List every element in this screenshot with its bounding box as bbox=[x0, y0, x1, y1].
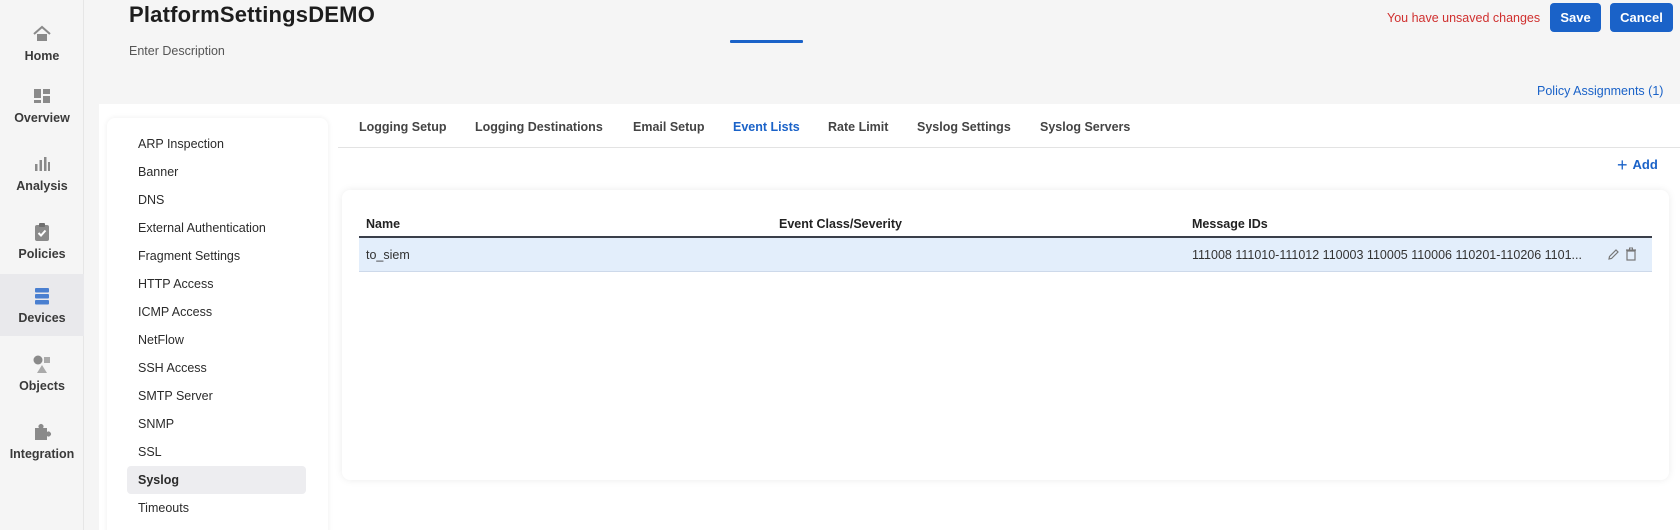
nav-label: Integration bbox=[9, 447, 75, 461]
settings-item-http-access[interactable]: HTTP Access bbox=[127, 270, 306, 298]
nav-label: Objects bbox=[19, 379, 65, 393]
clipboard-check-icon bbox=[31, 221, 53, 243]
tab-rate-limit[interactable]: Rate Limit bbox=[828, 120, 888, 134]
plus-icon: + bbox=[1617, 154, 1628, 175]
nav-label: Policies bbox=[18, 247, 66, 261]
settings-item-external-authentication[interactable]: External Authentication bbox=[127, 214, 306, 242]
settings-item-netflow[interactable]: NetFlow bbox=[127, 326, 306, 354]
settings-item-dns[interactable]: DNS bbox=[127, 186, 306, 214]
settings-item-arp-inspection[interactable]: ARP Inspection bbox=[127, 130, 306, 158]
tab-syslog-servers[interactable]: Syslog Servers bbox=[1040, 120, 1130, 134]
tab-logging-setup[interactable]: Logging Setup bbox=[359, 120, 446, 134]
dashboard-icon bbox=[31, 85, 53, 107]
settings-item-snmp[interactable]: SNMP bbox=[127, 410, 306, 438]
settings-item-ssh-access[interactable]: SSH Access bbox=[127, 354, 306, 382]
left-nav: Home Overview Analysis Policies Devices … bbox=[0, 0, 84, 530]
table-row[interactable]: to_siem 111008 111010-111012 110003 1100… bbox=[359, 238, 1652, 272]
add-button[interactable]: + Add bbox=[1617, 154, 1658, 175]
active-tab-indicator bbox=[730, 40, 803, 43]
trash-icon[interactable] bbox=[1623, 246, 1639, 262]
cell-message-ids: 111008 111010-111012 110003 110005 11000… bbox=[1192, 248, 1582, 262]
column-header-event-class[interactable]: Event Class/Severity bbox=[779, 217, 902, 231]
nav-label: Analysis bbox=[16, 179, 68, 193]
settings-item-fragment-settings[interactable]: Fragment Settings bbox=[127, 242, 306, 270]
tab-syslog-settings[interactable]: Syslog Settings bbox=[917, 120, 1011, 134]
nav-label: Home bbox=[24, 49, 60, 63]
settings-item-syslog[interactable]: Syslog bbox=[127, 466, 306, 494]
unsaved-changes-text: You have unsaved changes bbox=[1387, 11, 1541, 25]
table-header: Name Event Class/Severity Message IDs bbox=[359, 212, 1652, 238]
description-field[interactable]: Enter Description bbox=[129, 44, 225, 58]
add-label: Add bbox=[1632, 157, 1658, 172]
settings-item-banner[interactable]: Banner bbox=[127, 158, 306, 186]
nav-item-devices[interactable]: Devices bbox=[0, 274, 84, 336]
tab-bar: Logging Setup Logging Destinations Email… bbox=[338, 104, 1680, 148]
nav-item-overview[interactable]: Overview bbox=[0, 74, 84, 136]
nav-item-analysis[interactable]: Analysis bbox=[0, 142, 84, 204]
nav-label: Overview bbox=[14, 111, 70, 125]
nav-item-objects[interactable]: Objects bbox=[0, 342, 84, 404]
bar-chart-icon bbox=[31, 153, 53, 175]
save-button[interactable]: Save bbox=[1550, 3, 1601, 32]
event-lists-table: Name Event Class/Severity Message IDs to… bbox=[342, 190, 1669, 480]
settings-item-icmp-access[interactable]: ICMP Access bbox=[127, 298, 306, 326]
nav-label: Devices bbox=[18, 311, 66, 325]
home-icon bbox=[31, 23, 53, 45]
settings-item-ssl[interactable]: SSL bbox=[127, 438, 306, 466]
tab-event-lists[interactable]: Event Lists bbox=[733, 120, 800, 134]
cancel-button[interactable]: Cancel bbox=[1610, 3, 1673, 32]
nav-item-integration[interactable]: Integration bbox=[0, 410, 84, 472]
tab-logging-destinations[interactable]: Logging Destinations bbox=[475, 120, 603, 134]
nav-item-home[interactable]: Home bbox=[0, 12, 84, 74]
puzzle-icon bbox=[31, 421, 53, 443]
settings-item-smtp-server[interactable]: SMTP Server bbox=[127, 382, 306, 410]
settings-item-timeouts[interactable]: Timeouts bbox=[127, 494, 306, 522]
shapes-icon bbox=[31, 353, 53, 375]
tab-email-setup[interactable]: Email Setup bbox=[633, 120, 705, 134]
edit-icon[interactable] bbox=[1605, 246, 1621, 262]
settings-list: ARP Inspection Banner DNS External Authe… bbox=[107, 118, 328, 530]
column-header-message-ids[interactable]: Message IDs bbox=[1192, 217, 1268, 231]
nav-item-policies[interactable]: Policies bbox=[0, 210, 84, 272]
cell-name: to_siem bbox=[366, 248, 410, 262]
column-header-name[interactable]: Name bbox=[366, 217, 400, 231]
server-icon bbox=[31, 285, 53, 307]
policy-assignments-link[interactable]: Policy Assignments (1) bbox=[1537, 84, 1663, 98]
page-title: PlatformSettingsDEMO bbox=[129, 2, 376, 27]
